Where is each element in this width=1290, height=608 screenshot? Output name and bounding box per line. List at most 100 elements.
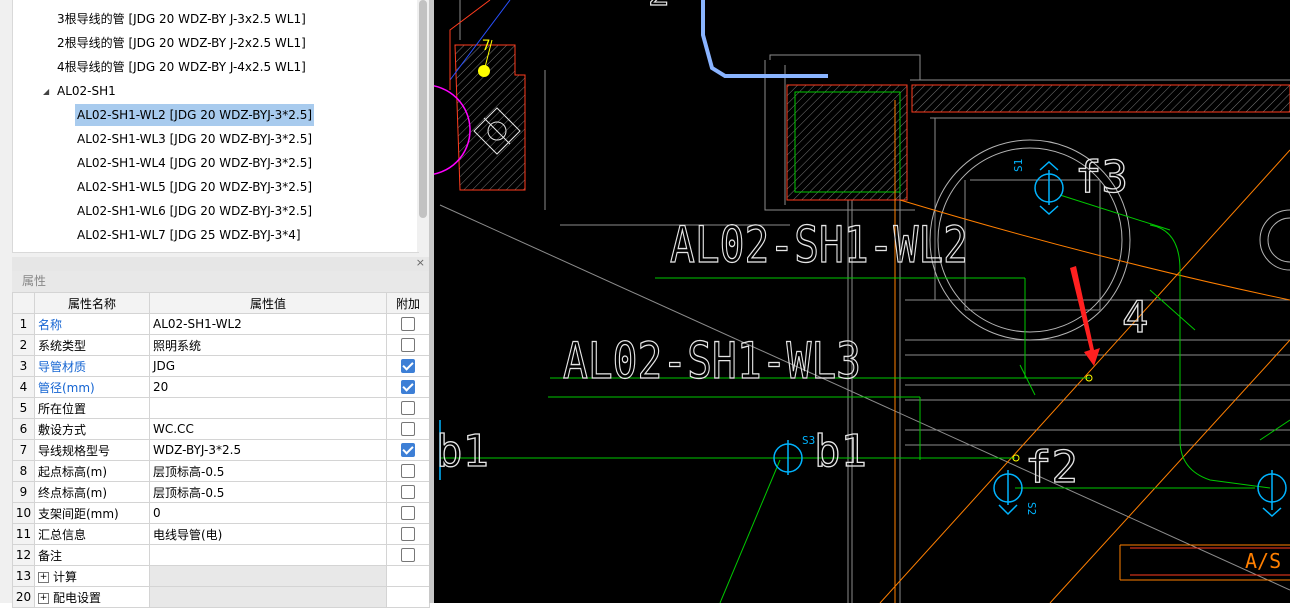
checkbox[interactable] bbox=[401, 548, 415, 563]
wire-tree: ▾ ... 3根导线的管 [JDG 20 WDZ-BY J-3x2.5 WL1]… bbox=[12, 0, 419, 253]
tree-scrollbar-thumb[interactable] bbox=[419, 0, 427, 218]
checkbox-checked[interactable] bbox=[401, 380, 415, 395]
prop-name: 终点标高(m) bbox=[34, 481, 150, 503]
extra-cell bbox=[386, 586, 430, 608]
table-row[interactable]: 20 + 配电设置 bbox=[12, 586, 430, 608]
table-row[interactable]: 4 管径(mm) 20 bbox=[12, 376, 430, 398]
prop-value[interactable]: 20 bbox=[149, 376, 387, 398]
close-icon[interactable]: × bbox=[416, 256, 425, 269]
prop-value[interactable]: AL02-SH1-WL2 bbox=[149, 313, 387, 335]
expand-plus-icon[interactable]: + bbox=[38, 571, 49, 583]
prop-value[interactable]: 照明系统 bbox=[149, 334, 387, 356]
socket-label-s2: S2 bbox=[1025, 502, 1038, 515]
extra-cell[interactable] bbox=[386, 502, 430, 524]
extra-cell[interactable] bbox=[386, 523, 430, 545]
col-header-num bbox=[12, 292, 35, 314]
table-row[interactable]: 8 起点标高(m) 层顶标高-0.5 bbox=[12, 460, 430, 482]
socket-label-s1: S1 bbox=[1012, 159, 1025, 172]
checkbox[interactable] bbox=[401, 506, 415, 521]
tree-item-2-wire-pipe[interactable]: 2根导线的管 [JDG 20 WDZ-BY J-2x2.5 WL1] bbox=[57, 32, 306, 54]
tree-item-wl5[interactable]: AL02-SH1-WL5 [JDG 20 WDZ-BYJ-3*2.5] bbox=[77, 176, 312, 198]
prop-value[interactable]: JDG bbox=[149, 355, 387, 377]
checkbox[interactable] bbox=[401, 401, 415, 416]
checkbox[interactable] bbox=[401, 527, 415, 542]
row-number: 11 bbox=[12, 523, 35, 545]
prop-group-label: 计算 bbox=[53, 569, 78, 584]
checkbox-checked[interactable] bbox=[401, 443, 415, 458]
extra-cell[interactable] bbox=[386, 481, 430, 503]
prop-value[interactable]: WC.CC bbox=[149, 418, 387, 440]
prop-value[interactable] bbox=[149, 544, 387, 566]
prop-name: 管径(mm) bbox=[34, 376, 150, 398]
checkbox[interactable] bbox=[401, 485, 415, 500]
prop-value bbox=[149, 586, 387, 608]
checkbox[interactable] bbox=[401, 464, 415, 479]
prop-group-name[interactable]: + 计算 bbox=[34, 565, 150, 587]
extra-cell[interactable] bbox=[386, 439, 430, 461]
prop-name: 导线规格型号 bbox=[34, 439, 150, 461]
label-b1-left: b1 bbox=[436, 426, 489, 477]
table-row[interactable]: 2 系统类型 照明系统 bbox=[12, 334, 430, 356]
label-2: 2 bbox=[648, 0, 670, 14]
checkbox-checked[interactable] bbox=[401, 359, 415, 374]
row-number: 13 bbox=[12, 565, 35, 587]
col-header-name: 属性名称 bbox=[34, 292, 150, 314]
col-header-value: 属性值 bbox=[149, 292, 387, 314]
extra-cell[interactable] bbox=[386, 397, 430, 419]
table-row[interactable]: 13 + 计算 bbox=[12, 565, 430, 587]
prop-name: 敷设方式 bbox=[34, 418, 150, 440]
extra-cell[interactable] bbox=[386, 418, 430, 440]
tree-item-wl4[interactable]: AL02-SH1-WL4 [JDG 20 WDZ-BYJ-3*2.5] bbox=[77, 152, 312, 174]
tree-item-3-wire-pipe[interactable]: 3根导线的管 [JDG 20 WDZ-BY J-3x2.5 WL1] bbox=[57, 8, 306, 30]
row-number: 20 bbox=[12, 586, 35, 608]
table-row[interactable]: 10 支架间距(mm) 0 bbox=[12, 502, 430, 524]
table-row[interactable]: 11 汇总信息 电线导管(电) bbox=[12, 523, 430, 545]
table-row[interactable]: 6 敷设方式 WC.CC bbox=[12, 418, 430, 440]
property-table: 属性名称 属性值 附加 1 名称 AL02-SH1-WL2 2 系统类型 照明系… bbox=[12, 292, 430, 608]
extra-cell[interactable] bbox=[386, 313, 430, 335]
cad-canvas[interactable]: AL02-SH1-WL2 AL02-SH1-WL3 b1 b1 f2 f3 4 … bbox=[434, 0, 1290, 603]
table-row[interactable]: 7 导线规格型号 WDZ-BYJ-3*2.5 bbox=[12, 439, 430, 461]
expand-plus-icon[interactable]: + bbox=[38, 592, 49, 604]
prop-value[interactable]: 层顶标高-0.5 bbox=[149, 481, 387, 503]
prop-value[interactable]: WDZ-BYJ-3*2.5 bbox=[149, 439, 387, 461]
hatched-column-left bbox=[454, 44, 526, 191]
table-row[interactable]: 5 所在位置 bbox=[12, 397, 430, 419]
label-4: 4 bbox=[1122, 292, 1149, 343]
extra-cell[interactable] bbox=[386, 544, 430, 566]
prop-group-label: 配电设置 bbox=[53, 590, 102, 605]
extra-cell[interactable] bbox=[386, 334, 430, 356]
prop-group-name[interactable]: + 配电设置 bbox=[34, 586, 150, 608]
extra-cell[interactable] bbox=[386, 460, 430, 482]
props-header-bar: × bbox=[12, 256, 429, 272]
label-as: A/S bbox=[1245, 549, 1281, 573]
tree-item-wl2-selected[interactable]: AL02-SH1-WL2 [JDG 20 WDZ-BYJ-3*2.5] bbox=[75, 104, 315, 126]
checkbox[interactable] bbox=[401, 338, 415, 353]
checkbox[interactable] bbox=[401, 422, 415, 437]
prop-value[interactable]: 层顶标高-0.5 bbox=[149, 460, 387, 482]
extra-cell[interactable] bbox=[386, 355, 430, 377]
row-number: 10 bbox=[12, 502, 35, 524]
prop-value[interactable] bbox=[149, 397, 387, 419]
table-row[interactable]: 3 导管材质 JDG bbox=[12, 355, 430, 377]
tree-item-al02-sh1[interactable]: AL02-SH1 bbox=[57, 80, 116, 102]
collapse-triangle-icon[interactable]: ◢ bbox=[43, 87, 49, 96]
prop-value bbox=[149, 565, 387, 587]
label-f3: f3 bbox=[1075, 152, 1128, 203]
label-f2: f2 bbox=[1025, 442, 1078, 493]
tree-item-wl7[interactable]: AL02-SH1-WL7 [JDG 25 WDZ-BYJ-3*4] bbox=[77, 224, 301, 246]
table-row[interactable]: 9 终点标高(m) 层顶标高-0.5 bbox=[12, 481, 430, 503]
props-title-bar: 属性 bbox=[12, 271, 429, 292]
tree-item-4-wire-pipe[interactable]: 4根导线的管 [JDG 20 WDZ-BY J-4x2.5 WL1] bbox=[57, 56, 306, 78]
table-row[interactable]: 12 备注 bbox=[12, 544, 430, 566]
prop-name: 备注 bbox=[34, 544, 150, 566]
prop-value[interactable]: 电线导管(电) bbox=[149, 523, 387, 545]
tree-item-wl3[interactable]: AL02-SH1-WL3 [JDG 20 WDZ-BYJ-3*2.5] bbox=[77, 128, 312, 150]
tree-item-wl6[interactable]: AL02-SH1-WL6 [JDG 20 WDZ-BYJ-3*2.5] bbox=[77, 200, 312, 222]
extra-cell[interactable] bbox=[386, 376, 430, 398]
tree-item-clipped: ▾ ... bbox=[57, 0, 78, 2]
row-number: 9 bbox=[12, 481, 35, 503]
checkbox[interactable] bbox=[401, 317, 415, 332]
table-row[interactable]: 1 名称 AL02-SH1-WL2 bbox=[12, 313, 430, 335]
prop-value[interactable]: 0 bbox=[149, 502, 387, 524]
